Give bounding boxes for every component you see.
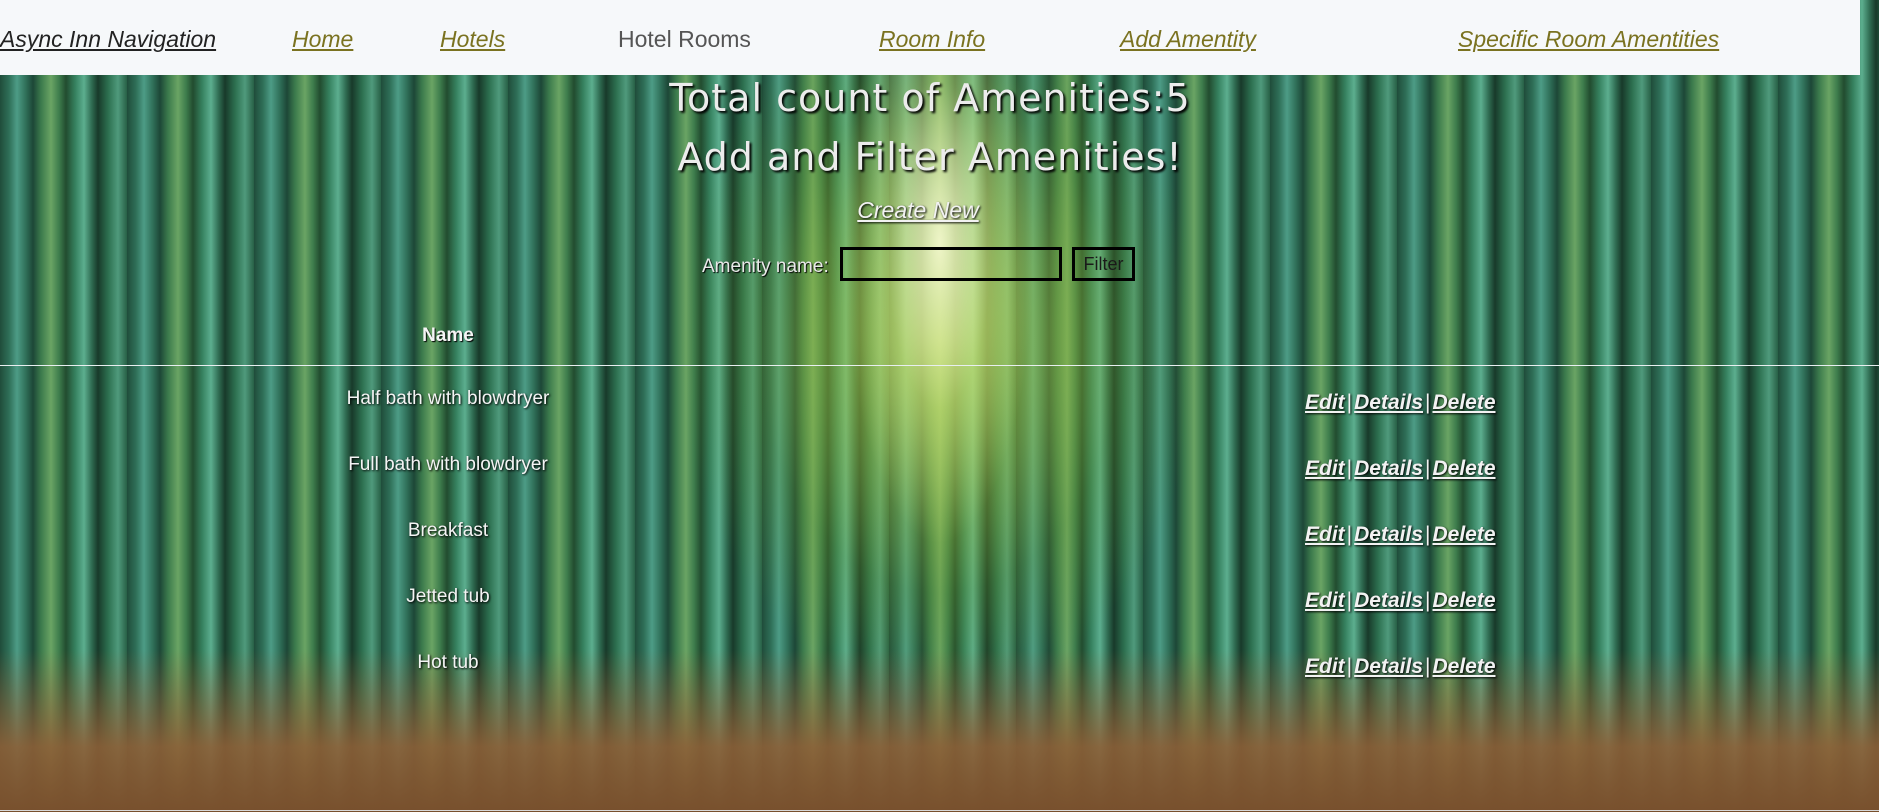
edit-link[interactable]: Edit xyxy=(1305,655,1345,678)
amenity-name-cell: Half bath with blowdryer xyxy=(346,388,550,409)
create-new-link[interactable]: Create New xyxy=(0,197,1836,224)
table-row: Hot tub Edit|Details|Delete xyxy=(0,652,1879,692)
amenity-name-label: Amenity name: xyxy=(702,256,829,277)
action-separator: | xyxy=(1425,457,1431,480)
delete-link[interactable]: Delete xyxy=(1432,457,1495,480)
edit-link[interactable]: Edit xyxy=(1305,589,1345,612)
details-link[interactable]: Details xyxy=(1354,655,1423,678)
amenity-name-input[interactable] xyxy=(840,247,1062,281)
column-header-name: Name xyxy=(422,325,474,346)
table-row: Jetted tub Edit|Details|Delete xyxy=(0,586,1879,626)
action-separator: | xyxy=(1346,655,1353,678)
action-separator: | xyxy=(1346,589,1353,612)
edit-link[interactable]: Edit xyxy=(1305,391,1345,414)
nav-item-room-info[interactable]: Room Info xyxy=(879,26,985,53)
action-separator: | xyxy=(1346,523,1353,546)
delete-link[interactable]: Delete xyxy=(1432,655,1495,678)
details-link[interactable]: Details xyxy=(1354,589,1423,612)
nav-item-hotels[interactable]: Hotels xyxy=(440,26,505,53)
nav-brand-link[interactable]: Async Inn Navigation xyxy=(0,26,216,53)
nav-item-hotel-rooms[interactable]: Hotel Rooms xyxy=(618,26,751,53)
nav-item-add-amentity[interactable]: Add Amentity xyxy=(1120,26,1256,53)
table-row: Half bath with blowdryer Edit|Details|De… xyxy=(0,388,1879,428)
filter-button[interactable]: Filter xyxy=(1072,247,1135,281)
action-separator: | xyxy=(1346,457,1353,480)
top-navbar: Async Inn Navigation Home Hotels Hotel R… xyxy=(0,0,1860,75)
amenity-name-cell: Full bath with blowdryer xyxy=(348,454,548,475)
details-link[interactable]: Details xyxy=(1354,457,1423,480)
action-separator: | xyxy=(1346,391,1353,414)
details-link[interactable]: Details xyxy=(1354,391,1423,414)
action-separator: | xyxy=(1425,589,1431,612)
table-header-divider xyxy=(0,365,1879,366)
amenity-name-cell: Jetted tub xyxy=(406,586,490,607)
row-actions: Edit|Details|Delete xyxy=(1305,391,1496,415)
row-actions: Edit|Details|Delete xyxy=(1305,457,1496,481)
table-row: Breakfast Edit|Details|Delete xyxy=(0,520,1879,560)
amenity-name-cell: Hot tub xyxy=(417,652,479,673)
row-actions: Edit|Details|Delete xyxy=(1305,655,1496,679)
row-actions: Edit|Details|Delete xyxy=(1305,523,1496,547)
action-separator: | xyxy=(1425,523,1431,546)
table-row: Full bath with blowdryer Edit|Details|De… xyxy=(0,454,1879,494)
page-title: Add and Filter Amenities! xyxy=(677,135,1183,179)
amenity-name-cell: Breakfast xyxy=(407,520,489,541)
amenity-count-heading: Total count of Amenities:5 xyxy=(669,76,1191,120)
footer-divider xyxy=(0,810,1879,811)
action-separator: | xyxy=(1425,391,1431,414)
edit-link[interactable]: Edit xyxy=(1305,523,1345,546)
delete-link[interactable]: Delete xyxy=(1432,391,1495,414)
action-separator: | xyxy=(1425,655,1431,678)
delete-link[interactable]: Delete xyxy=(1432,523,1495,546)
edit-link[interactable]: Edit xyxy=(1305,457,1345,480)
row-actions: Edit|Details|Delete xyxy=(1305,589,1496,613)
details-link[interactable]: Details xyxy=(1354,523,1423,546)
nav-item-home[interactable]: Home xyxy=(292,26,353,53)
nav-item-specific-room-amentities[interactable]: Specific Room Amentities xyxy=(1458,26,1719,53)
delete-link[interactable]: Delete xyxy=(1432,589,1495,612)
